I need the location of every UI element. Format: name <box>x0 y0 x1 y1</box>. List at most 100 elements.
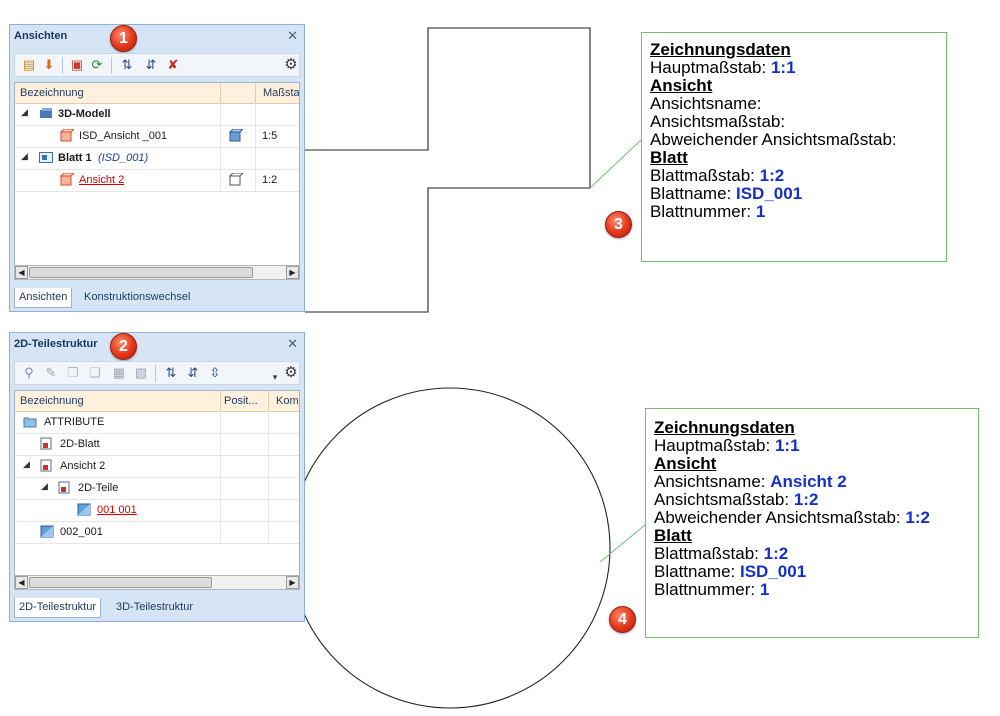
sort-num2-icon[interactable]: ⇳ <box>207 365 223 381</box>
column-header-bezeichnung[interactable]: Bezeichnung <box>20 395 84 407</box>
new-view-icon[interactable]: ▤ <box>21 57 37 73</box>
field-blattmassstab: Blattmaßstab: 1:2 <box>650 167 784 185</box>
parts-2d-icon <box>58 481 70 494</box>
tree-row-attribute[interactable]: ATTRIBUTE <box>15 411 299 434</box>
column-divider <box>220 391 221 411</box>
sort-down-icon[interactable]: ⇵ <box>143 57 159 73</box>
tab-2d-teilestruktur[interactable]: 2D-Teilestruktur <box>14 598 102 618</box>
tree-row-001-001[interactable]: 001 001 <box>15 499 299 522</box>
close-icon[interactable]: ✕ <box>287 336 298 352</box>
panel-title: 2D-Teilestruktur <box>14 338 98 350</box>
model-3d-icon <box>40 108 52 118</box>
scroll-thumb[interactable] <box>29 267 253 278</box>
field-label: Ansichtsname: <box>650 94 762 113</box>
view-icon <box>60 173 74 186</box>
refresh-icon[interactable]: ⟳ <box>89 57 105 73</box>
tree-header: Bezeichnung Maßsta <box>15 83 299 104</box>
field-value: ISD_001 <box>740 562 807 581</box>
field-label: Hauptmaßstab: <box>650 58 771 77</box>
gear-icon[interactable]: ⚙ <box>283 365 299 381</box>
import-arrow-icon[interactable]: ⬇ <box>41 57 57 73</box>
tree-row-label: 002_001 <box>60 526 103 538</box>
tree-row-2d-teile[interactable]: ◢ 2D-Teile <box>15 477 299 500</box>
view-type-icon <box>229 173 243 186</box>
field-value: ISD_001 <box>736 184 803 203</box>
view-icon <box>60 129 74 142</box>
tree-row-ansicht-2[interactable]: ◢ Ansicht 2 <box>15 455 299 478</box>
field-value: 1 <box>759 580 770 599</box>
sort-icon[interactable]: ⇅ <box>163 365 179 381</box>
tree-row-label: 2D-Teile <box>78 482 119 494</box>
field-blattname: Blattname: ISD_001 <box>650 185 802 203</box>
find-icon[interactable]: ⚲ <box>21 365 37 381</box>
scroll-left-button[interactable]: ◀ <box>15 266 28 279</box>
field-label: Blattname: <box>654 562 740 581</box>
scroll-left-button[interactable]: ◀ <box>15 576 28 589</box>
collapse-arrow-icon[interactable]: ◢ <box>41 481 48 492</box>
collapse-arrow-icon[interactable]: ◢ <box>21 107 28 118</box>
paste-icon[interactable]: ▦ <box>111 365 127 381</box>
collapse-arrow-icon[interactable]: ◢ <box>23 459 30 470</box>
field-value: 1:2 <box>905 508 930 527</box>
scroll-right-button[interactable]: ▶ <box>286 266 299 279</box>
tree-row-blatt-1[interactable]: ◢ Blatt 1 (ISD_001) <box>15 147 299 170</box>
tree-row-3d-modell[interactable]: ◢ 3D-Modell <box>15 103 299 126</box>
drawing-outline-shape <box>305 27 591 313</box>
scroll-right-button[interactable]: ▶ <box>286 576 299 589</box>
step-badge-4: 4 <box>609 606 636 633</box>
column-divider <box>268 391 269 411</box>
field-label: Hauptmaßstab: <box>654 436 775 455</box>
field-value: 1:2 <box>793 490 819 509</box>
heading-zeichnungsdaten: Zeichnungsdaten <box>650 40 791 59</box>
panel-toolbar: ⚲ ✎ ❐ ❏ ▦ ▧ ⇅ ⇵ ⇳ ▾ ⚙ <box>14 361 300 385</box>
field-abweichender-massstab: Abweichender Ansichtsmaßstab: <box>650 131 897 149</box>
field-hauptmassstab: Hauptmaßstab: 1:1 <box>654 437 800 455</box>
drawing-data-box-4[interactable]: Zeichnungsdaten Hauptmaßstab: 1:1 Ansich… <box>645 408 979 638</box>
step-badge-2: 2 <box>110 333 137 360</box>
field-abweichender-massstab: Abweichender Ansichtsmaßstab: 1:2 <box>654 509 930 527</box>
horizontal-scrollbar[interactable]: ◀ ▶ <box>14 575 300 590</box>
field-value: 1:2 <box>759 166 785 185</box>
paste-special-icon[interactable]: ▧ <box>133 365 149 381</box>
panel-titlebar: 2D-Teilestruktur ✕ <box>10 333 304 355</box>
column-header-position[interactable]: Posit... <box>224 395 258 407</box>
view-frame-icon[interactable]: ▣ <box>69 57 85 73</box>
collapse-arrow-icon[interactable]: ◢ <box>21 151 28 162</box>
field-label: Abweichender Ansichtsmaßstab: <box>650 130 897 149</box>
sort-up-icon[interactable]: ⇅ <box>119 57 135 73</box>
column-header-massstab[interactable]: Maßsta <box>263 87 299 99</box>
clipboard-icon[interactable]: ❏ <box>87 365 103 381</box>
gear-icon[interactable]: ⚙ <box>283 57 299 73</box>
heading-ansicht: Ansicht <box>650 76 713 95</box>
tab-ansichten[interactable]: Ansichten <box>14 288 73 308</box>
scroll-thumb[interactable] <box>29 577 212 588</box>
dropdown-icon[interactable]: ▾ <box>267 369 283 385</box>
tree-row-isd-ansicht[interactable]: ISD_Ansicht _001 1:5 <box>15 125 299 148</box>
field-value: Ansicht 2 <box>770 472 847 491</box>
column-header-bezeichnung[interactable]: Bezeichnung <box>20 87 84 99</box>
tab-3d-teilestruktur[interactable]: 3D-Teilestruktur <box>112 598 197 617</box>
copy-icon[interactable]: ❐ <box>65 365 81 381</box>
tree-row-002-001[interactable]: 002_001 <box>15 521 299 544</box>
delete-icon[interactable]: ✘ <box>165 57 181 73</box>
tree-row-scale: 1:5 <box>262 130 278 142</box>
close-icon[interactable]: ✕ <box>287 28 298 44</box>
tree-row-label: 001 001 <box>97 504 137 516</box>
field-value: 1 <box>755 202 766 221</box>
sheet-2d-icon <box>40 437 52 450</box>
tree-row-label: Ansicht 2 <box>60 460 106 472</box>
tab-konstruktionswechsel[interactable]: Konstruktionswechsel <box>80 288 194 307</box>
field-label: Blattmaßstab: <box>654 544 764 563</box>
horizontal-scrollbar[interactable]: ◀ ▶ <box>14 265 300 280</box>
drawing-data-box-3[interactable]: Zeichnungsdaten Hauptmaßstab: 1:1 Ansich… <box>641 32 947 262</box>
parts-tree: Bezeichnung Posit... Kom ATTRIBUTE 2D-Bl… <box>14 390 300 586</box>
tree-row-2d-blatt[interactable]: 2D-Blatt <box>15 433 299 456</box>
column-header-kommentar[interactable]: Kom <box>276 395 299 407</box>
tree-row-ansicht-2[interactable]: Ansicht 2 1:2 <box>15 169 299 192</box>
tree-row-label: 2D-Blatt <box>60 438 100 450</box>
pick-icon[interactable]: ✎ <box>43 365 59 381</box>
panel-tabs: 2D-Teilestruktur 3D-Teilestruktur <box>14 598 300 618</box>
view-type-icon <box>229 129 243 142</box>
sort-num-icon[interactable]: ⇵ <box>185 365 201 381</box>
field-value: 1:2 <box>763 544 789 563</box>
